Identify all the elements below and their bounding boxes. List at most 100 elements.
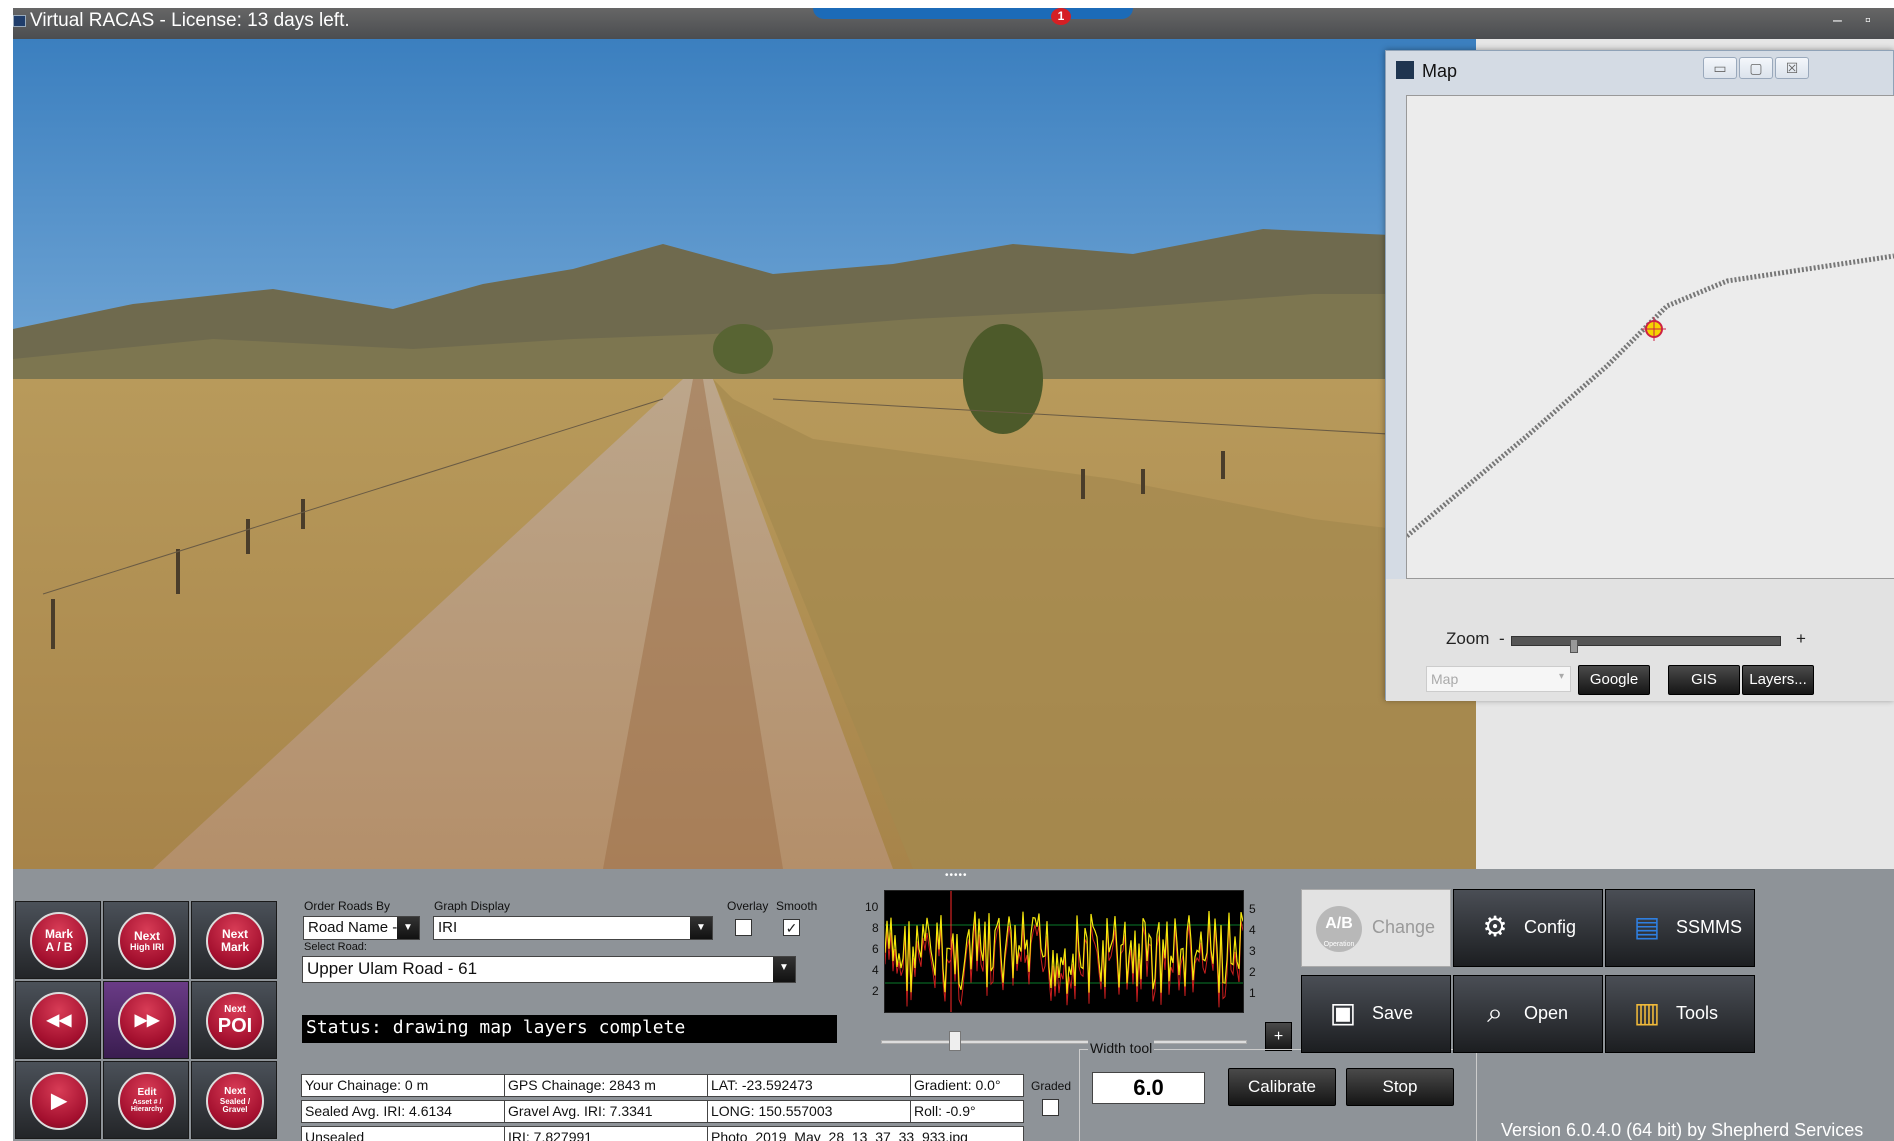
map-layer-select[interactable]: Map ▾ — [1426, 666, 1571, 692]
chevron-down-icon: ▼ — [397, 917, 419, 939]
graph-display-label: Graph Display — [434, 899, 511, 913]
next-mark-button[interactable]: Next Mark — [191, 901, 277, 979]
zoom-search-icon: ⌕ — [1487, 997, 1503, 1028]
window-title: Virtual RACAS - License: 13 days left. — [30, 10, 350, 31]
change-operation-button[interactable]: A/B Operation Change — [1301, 889, 1451, 967]
graded-label: Graded — [1031, 1079, 1072, 1093]
save-image-icon: ▣ — [1329, 997, 1357, 1028]
title-bar: Virtual RACAS - License: 13 days left. 1… — [13, 8, 1894, 39]
next-poi-button[interactable]: Next POI — [191, 981, 277, 1059]
roll: Roll: -0.9° — [910, 1100, 1024, 1123]
map-controls: Zoom - + Map ▾ Google GIS Layers... — [1386, 579, 1894, 701]
ab-operation-icon: A/B Operation — [1316, 906, 1362, 952]
overlay-label: Overlay — [727, 899, 769, 913]
map-close-button[interactable]: ☒ — [1775, 57, 1809, 79]
status-bar: Status: drawing map layers complete — [302, 1015, 837, 1043]
smooth-checkbox[interactable]: ✓ — [783, 919, 800, 936]
road-track-line — [1405, 253, 1894, 538]
road-photo — [13, 39, 1476, 869]
width-tool-group: Width tool 6.0 Calibrate Stop — [1079, 1040, 1477, 1141]
splitter-grip[interactable]: ••••• — [945, 870, 968, 881]
next-sealed-gravel-button[interactable]: Next Sealed / Gravel — [191, 1061, 277, 1139]
ssmms-button[interactable]: ▤ SSMMS — [1605, 889, 1755, 967]
play-button[interactable]: ▶ — [15, 1061, 101, 1139]
rewind-icon: ◀◀ — [30, 992, 88, 1050]
width-tool-label: Width tool — [1088, 1040, 1155, 1056]
zoom-label: Zoom — [1446, 629, 1490, 648]
minimize-button[interactable]: – — [1833, 12, 1842, 30]
zoom-minus[interactable]: - — [1499, 629, 1505, 649]
photo-filename: Photo_2019_May_28_13_37_33_933.jpg — [707, 1126, 1024, 1141]
latitude: LAT: -23.592473 — [707, 1074, 911, 1097]
graph-tick-left: 8 — [872, 921, 879, 935]
width-value[interactable]: 6.0 — [1092, 1072, 1205, 1104]
restore-button[interactable]: ▫ — [1865, 12, 1871, 30]
map-window: Map ▭ ▢ ☒ Zoom - + Map ▾ Google GIS Layer… — [1385, 50, 1894, 701]
chevron-down-icon: ▼ — [690, 917, 712, 939]
change-label: Change — [1372, 917, 1436, 937]
rewind-button[interactable]: ◀◀ — [15, 981, 101, 1059]
tools-button[interactable]: ▥ Tools — [1605, 975, 1755, 1053]
notification-badge: 1 — [1051, 8, 1071, 25]
version-label: Version 6.0.4.0 (64 bit) by Shepherd Ser… — [1501, 1120, 1864, 1140]
mark-ab-button[interactable]: Mark A / B — [15, 901, 101, 979]
graph-scroll-thumb[interactable] — [949, 1031, 961, 1051]
map-maximize-button[interactable]: ▢ — [1739, 57, 1773, 79]
graph-display-select[interactable]: IRI ▼ — [433, 916, 713, 940]
chevron-down-icon: ▼ — [773, 957, 795, 982]
select-road-label: Select Road: — [304, 941, 367, 953]
gradient: Gradient: 0.0° — [910, 1074, 1024, 1097]
graph-tick-left: 4 — [872, 963, 879, 977]
app-window: Virtual RACAS - License: 13 days left. 1… — [13, 8, 1894, 1141]
fast-forward-icon: ▶▶ — [118, 992, 176, 1050]
map-canvas[interactable] — [1405, 95, 1894, 579]
graph-tick-right: 3 — [1249, 944, 1256, 958]
order-roads-by-select[interactable]: Road Name - ▼ — [303, 916, 420, 940]
current-iri: IRI: 7.827991 — [504, 1126, 708, 1141]
smooth-label: Smooth — [776, 899, 818, 913]
chevron-down-icon: ▾ — [1558, 671, 1564, 682]
zoom-plus[interactable]: + — [1796, 629, 1806, 649]
config-button[interactable]: ⚙ Config — [1453, 889, 1603, 967]
graph-tick-right: 2 — [1249, 965, 1256, 979]
graph-tick-right: 5 — [1249, 902, 1256, 916]
select-road-select[interactable]: Upper Ulam Road - 61 ▼ — [302, 956, 796, 983]
surface-type: Unsealed — [301, 1126, 505, 1141]
fast-forward-button[interactable]: ▶▶ — [103, 981, 189, 1059]
graph-zoom-plus-button[interactable]: + — [1265, 1022, 1292, 1051]
play-icon: ▶ — [30, 1072, 88, 1130]
graph-tick-left: 2 — [872, 984, 879, 998]
next-high-iri-button[interactable]: Next High IRI — [103, 901, 189, 979]
gps-chainage: GPS Chainage: 2843 m — [504, 1074, 708, 1097]
longitude: LONG: 150.557003 — [707, 1100, 911, 1123]
gravel-avg-iri: Gravel Avg. IRI: 7.3341 — [504, 1100, 708, 1123]
road-video-frame — [13, 39, 1476, 869]
iri-graph[interactable] — [884, 890, 1244, 1013]
control-panel: ••••• Mark A / B Next High IRI Next Mark ◀◀… — [13, 869, 1894, 1141]
graph-tick-left: 10 — [865, 900, 879, 914]
gear-icon: ⚙ — [1482, 911, 1508, 942]
stop-button[interactable]: Stop — [1346, 1068, 1454, 1106]
map-window-icon — [1396, 61, 1414, 79]
graded-checkbox[interactable] — [1042, 1099, 1059, 1116]
taskbar-tab[interactable] — [813, 8, 1133, 19]
calibrate-button[interactable]: Calibrate — [1228, 1068, 1336, 1106]
google-button[interactable]: Google — [1578, 665, 1650, 695]
overlay-checkbox[interactable] — [735, 919, 752, 936]
map-minimize-button[interactable]: ▭ — [1703, 57, 1737, 79]
sealed-avg-iri: Sealed Avg. IRI: 4.6134 — [301, 1100, 505, 1123]
save-button[interactable]: ▣ Save — [1301, 975, 1451, 1053]
zoom-slider[interactable] — [1511, 636, 1781, 646]
gis-button[interactable]: GIS — [1668, 665, 1740, 695]
graph-tick-right: 1 — [1249, 986, 1256, 1000]
zoom-slider-thumb[interactable] — [1570, 639, 1579, 653]
graph-scroll-slider[interactable] — [881, 1040, 1247, 1044]
edit-asset-button[interactable]: Edit Asset # / Hierarchy — [103, 1061, 189, 1139]
map-window-title: Map — [1422, 61, 1458, 81]
layers-button[interactable]: Layers... — [1742, 665, 1814, 695]
app-icon — [13, 15, 26, 27]
iri-graph-plot — [884, 891, 1244, 1012]
open-button[interactable]: ⌕ Open — [1453, 975, 1603, 1053]
road-track-map — [1405, 253, 1894, 538]
order-roads-by-label: Order Roads By — [304, 899, 391, 913]
